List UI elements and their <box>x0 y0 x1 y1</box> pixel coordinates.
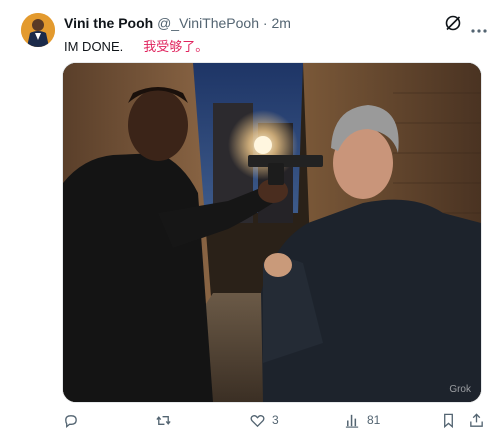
avatar[interactable] <box>21 13 55 47</box>
reply-button[interactable] <box>62 411 85 429</box>
more-icon[interactable] <box>470 21 488 33</box>
views-count: 81 <box>367 413 381 427</box>
share-icon <box>470 412 483 427</box>
bookmark-icon <box>444 413 453 428</box>
alley-scene-image <box>63 63 481 402</box>
post-time[interactable]: 2m <box>271 15 290 31</box>
bookmark-button[interactable] <box>440 411 457 429</box>
repost-icon <box>156 415 171 425</box>
like-icon <box>250 414 265 427</box>
author-handle[interactable]: @_ViniThePooh <box>157 15 259 31</box>
post-image[interactable]: Grok <box>62 62 482 403</box>
views-icon <box>345 414 359 428</box>
action-bar: 3 81 <box>0 408 500 432</box>
post-text-english: IM DONE. <box>64 39 124 54</box>
repost-button[interactable] <box>155 411 178 429</box>
post-header: Vini the Pooh @_ViniThePooh · 2m <box>64 14 291 32</box>
author-name[interactable]: Vini the Pooh <box>64 15 153 31</box>
post-text-translation: 我受够了。 <box>143 39 209 54</box>
separator: · <box>262 15 268 31</box>
grok-icon[interactable] <box>444 14 462 32</box>
like-button[interactable]: 3 <box>249 411 279 429</box>
post-text: IM DONE. 我受够了。 <box>64 38 208 55</box>
share-button[interactable] <box>468 411 485 429</box>
grok-watermark: Grok <box>449 384 471 395</box>
like-count: 3 <box>272 413 279 427</box>
reply-icon <box>65 414 77 428</box>
views-button[interactable]: 81 <box>344 411 380 429</box>
avatar-image <box>21 13 55 47</box>
